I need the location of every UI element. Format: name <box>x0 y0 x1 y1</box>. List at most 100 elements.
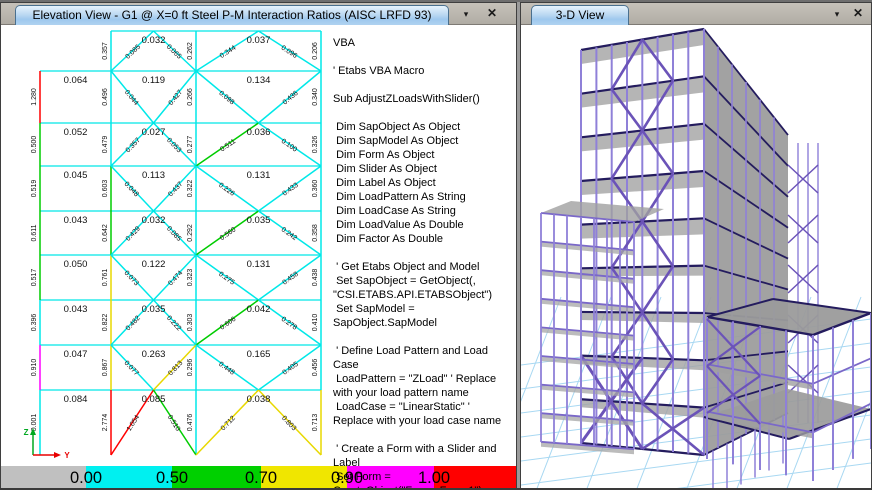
svg-text:0.098: 0.098 <box>217 90 235 107</box>
vba-macro-text-overlay: VBA ' Etabs VBA Macro Sub AdjustZLoadsWi… <box>333 36 517 490</box>
svg-text:0.322: 0.322 <box>187 180 194 198</box>
svg-text:0.433: 0.433 <box>281 182 299 198</box>
svg-text:0.438: 0.438 <box>312 269 319 287</box>
svg-text:0.119: 0.119 <box>142 75 165 86</box>
three-d-dropdown-button[interactable]: ▾ <box>829 6 845 22</box>
svg-text:0.458: 0.458 <box>281 271 299 287</box>
legend-boundary-label: 0.00 <box>64 469 108 488</box>
svg-text:0.085: 0.085 <box>142 394 166 405</box>
svg-text:0.761: 0.761 <box>102 269 109 287</box>
svg-text:0.642: 0.642 <box>102 224 109 242</box>
svg-text:0.360: 0.360 <box>312 180 319 198</box>
elevation-tab-bar: Elevation View - G1 @ X=0 ft Steel P-M I… <box>1 3 516 25</box>
svg-text:0.277: 0.277 <box>187 136 194 154</box>
svg-text:0.278: 0.278 <box>280 316 298 332</box>
svg-text:0.073: 0.073 <box>123 270 140 288</box>
svg-text:0.042: 0.042 <box>247 304 271 315</box>
svg-text:0.165: 0.165 <box>247 349 271 360</box>
svg-text:0.226: 0.226 <box>217 182 235 198</box>
three-d-content <box>521 25 871 490</box>
axis-triad: ZY <box>24 428 71 460</box>
svg-text:0.326: 0.326 <box>312 136 319 154</box>
svg-text:0.358: 0.358 <box>312 224 319 242</box>
svg-text:0.206: 0.206 <box>312 42 319 60</box>
three-d-model-drawing[interactable] <box>521 25 871 490</box>
svg-text:0.085: 0.085 <box>124 43 142 60</box>
svg-text:0.085: 0.085 <box>165 225 182 243</box>
svg-text:0.035: 0.035 <box>142 304 166 315</box>
svg-text:0.340: 0.340 <box>312 88 319 106</box>
svg-text:0.803: 0.803 <box>280 415 297 433</box>
svg-text:0.001: 0.001 <box>31 414 38 432</box>
elevation-view-tab[interactable]: Elevation View - G1 @ X=0 ft Steel P-M I… <box>15 5 449 25</box>
svg-text:0.263: 0.263 <box>142 349 166 360</box>
svg-text:0.357: 0.357 <box>102 42 109 60</box>
svg-text:0.084: 0.084 <box>64 394 88 405</box>
svg-text:1.280: 1.280 <box>31 88 38 106</box>
svg-text:0.410: 0.410 <box>312 314 319 332</box>
svg-text:0.517: 0.517 <box>31 269 38 287</box>
svg-text:Z: Z <box>24 428 29 437</box>
svg-text:0.357: 0.357 <box>125 137 142 154</box>
svg-text:0.262: 0.262 <box>187 42 194 60</box>
svg-text:0.134: 0.134 <box>247 75 271 86</box>
svg-text:0.479: 0.479 <box>102 136 109 154</box>
svg-text:0.032: 0.032 <box>142 35 166 46</box>
svg-text:0.496: 0.496 <box>102 88 109 106</box>
svg-text:0.344: 0.344 <box>219 45 238 60</box>
svg-text:1.054: 1.054 <box>126 414 142 433</box>
svg-text:0.476: 0.476 <box>187 414 194 432</box>
svg-text:0.822: 0.822 <box>102 314 109 332</box>
svg-text:0.047: 0.047 <box>64 349 88 360</box>
svg-text:0.122: 0.122 <box>142 259 166 270</box>
svg-text:0.043: 0.043 <box>64 304 88 315</box>
svg-text:0.038: 0.038 <box>247 394 271 405</box>
elevation-close-button[interactable]: ✕ <box>484 6 500 22</box>
svg-text:0.266: 0.266 <box>187 88 194 106</box>
svg-text:0.867: 0.867 <box>102 359 109 377</box>
svg-text:0.813: 0.813 <box>167 360 184 378</box>
svg-text:0.048: 0.048 <box>123 181 140 199</box>
elevation-content: 0.0320.0370.0640.1190.1340.0520.0270.036… <box>1 25 516 490</box>
svg-text:0.043: 0.043 <box>64 215 88 226</box>
svg-text:0.242: 0.242 <box>280 226 298 242</box>
svg-text:0.131: 0.131 <box>247 170 271 181</box>
svg-text:0.519: 0.519 <box>31 180 38 198</box>
svg-text:0.053: 0.053 <box>165 137 182 154</box>
building-model[interactable] <box>541 29 871 490</box>
svg-text:0.096: 0.096 <box>280 45 299 60</box>
svg-text:0.713: 0.713 <box>312 414 319 432</box>
svg-text:2.774: 2.774 <box>102 414 109 432</box>
svg-text:0.303: 0.303 <box>187 314 194 332</box>
svg-text:0.482: 0.482 <box>125 315 142 333</box>
svg-text:0.131: 0.131 <box>247 259 271 270</box>
legend-boundary-label: 0.70 <box>239 469 283 488</box>
three-d-view-tab[interactable]: 3-D View <box>531 5 629 25</box>
svg-text:0.429: 0.429 <box>125 225 142 243</box>
svg-text:0.064: 0.064 <box>64 75 88 86</box>
svg-text:0.222: 0.222 <box>165 315 182 333</box>
svg-text:Y: Y <box>64 451 70 460</box>
svg-text:0.910: 0.910 <box>31 359 38 377</box>
svg-text:0.511: 0.511 <box>219 138 237 153</box>
svg-text:0.027: 0.027 <box>142 127 166 138</box>
elevation-dropdown-button[interactable]: ▾ <box>458 6 474 22</box>
svg-text:0.296: 0.296 <box>187 359 194 377</box>
svg-text:0.044: 0.044 <box>123 89 140 107</box>
svg-text:0.077: 0.077 <box>123 360 140 378</box>
svg-text:0.510: 0.510 <box>166 414 182 433</box>
svg-text:0.052: 0.052 <box>64 127 88 138</box>
elevation-view-panel: Elevation View - G1 @ X=0 ft Steel P-M I… <box>0 2 517 490</box>
three-d-close-button[interactable]: ✕ <box>850 6 866 22</box>
svg-text:0.437: 0.437 <box>167 181 184 199</box>
svg-text:0.036: 0.036 <box>247 127 271 138</box>
svg-text:0.292: 0.292 <box>187 224 194 242</box>
svg-text:0.323: 0.323 <box>187 269 194 287</box>
svg-text:0.474: 0.474 <box>167 270 184 288</box>
svg-text:0.456: 0.456 <box>312 359 319 377</box>
svg-text:0.606: 0.606 <box>219 316 237 332</box>
svg-text:0.045: 0.045 <box>64 170 88 181</box>
svg-text:0.436: 0.436 <box>282 90 300 107</box>
elevation-ratio-labels: 0.0320.0370.0640.1190.1340.0520.0270.036… <box>31 35 319 433</box>
svg-text:0.405: 0.405 <box>281 361 299 377</box>
